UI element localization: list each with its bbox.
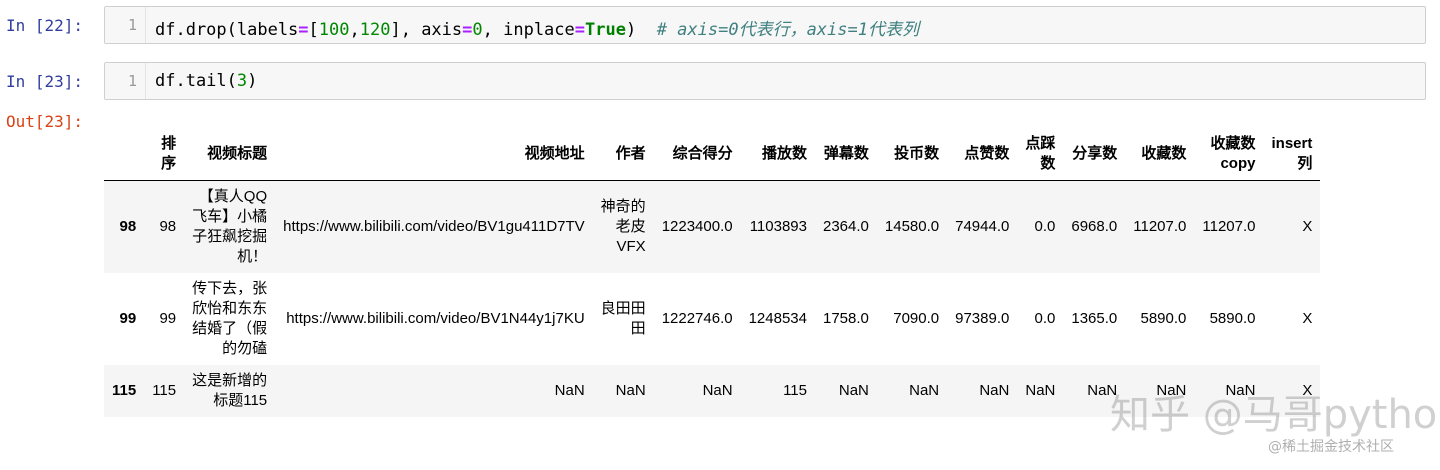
- table-cell: 5890.0: [1209, 310, 1256, 327]
- column-header: 投币数: [876, 128, 948, 181]
- table-cell: NaN: [702, 382, 733, 399]
- column-header: insert 列: [1263, 128, 1321, 181]
- number-token: 0: [472, 20, 483, 40]
- code-line[interactable]: df.drop(labels=[100,120], axis=0, inplac…: [155, 15, 919, 40]
- table-cell: X: [1302, 310, 1313, 327]
- table-cell: 74944.0: [955, 218, 1010, 235]
- line-number: 1: [127, 16, 137, 34]
- column-header: 弹幕数: [815, 128, 877, 181]
- code-token: df.drop(labels: [155, 20, 299, 40]
- juejin-watermark: @稀土掘金技术社区: [1268, 439, 1394, 455]
- table-cell: https://www.bilibili.com/video/BV1gu411D…: [283, 218, 585, 235]
- table-cell: 1223400.0: [661, 218, 733, 235]
- table-cell: 1222746.0: [661, 310, 733, 327]
- code-cell-23[interactable]: 1 df.tail(3): [104, 62, 1426, 100]
- code-token: df.tail(: [155, 71, 237, 91]
- table-cell: 99: [159, 310, 177, 327]
- index-header: [104, 128, 145, 181]
- operator-token: =: [462, 20, 473, 40]
- operator-token: =: [574, 20, 586, 40]
- table-cell: 神奇的 老皮 VFX: [600, 198, 646, 255]
- table-cell: 11207.0: [1133, 218, 1187, 235]
- code-line[interactable]: df.tail(3): [155, 71, 257, 91]
- table-cell: 1248534: [748, 310, 807, 327]
- column-header: 播放数: [740, 128, 815, 181]
- code-cell-22[interactable]: 1 df.drop(labels=[100,120], axis=0, inpl…: [104, 6, 1426, 44]
- table-row: 98 98 【真人QQ 飞车】小橘 子狂飙挖掘 机！ https://www.bilibil…: [104, 180, 1321, 273]
- comment-token: # axis=0代表行，axis=1代表列: [656, 20, 919, 40]
- table-cell: 0.0: [1034, 218, 1056, 235]
- header-row: 排序视频标题 视频地址 作者 综合得分 播放数 弹幕数 投币数 点赞数 点踩数分享数 收藏数 收藏数…: [104, 128, 1321, 181]
- column-header: 排序: [144, 128, 185, 181]
- table-cell: NaN: [979, 382, 1010, 399]
- input-prompt-23: In [23]:: [6, 72, 84, 91]
- number-token: 3: [236, 71, 248, 91]
- table-cell: 7090.0: [893, 310, 940, 327]
- column-header: 视频标题: [184, 128, 276, 181]
- table-cell: NaN: [554, 382, 585, 399]
- table-cell: NaN: [615, 382, 646, 399]
- table-cell: 1103893: [749, 218, 807, 235]
- table-cell: NaN: [838, 382, 869, 399]
- table-cell: 1758.0: [823, 310, 869, 327]
- table-cell: 传下去，张 欣怡和东东 结婚了（假 的勿磕: [192, 280, 268, 357]
- table-cell: 5890.0: [1140, 310, 1187, 327]
- dataframe-table: 排序视频标题 视频地址 作者 综合得分 播放数 弹幕数 投币数 点赞数 点踩数分享数 收藏数 收藏数…: [104, 128, 1321, 417]
- table-cell: 良田田田: [600, 300, 646, 337]
- table-cell: 11207.0: [1202, 218, 1256, 235]
- dataframe-output: 排序视频标题 视频地址 作者 综合得分 播放数 弹幕数 投币数 点赞数 点踩数分享数 收藏数 收藏数…: [104, 128, 1434, 417]
- line-gutter: 1: [105, 63, 146, 99]
- table-cell: 115: [783, 382, 807, 399]
- code-token: , inplace: [482, 20, 575, 40]
- table-cell: 1365.0: [1071, 310, 1118, 327]
- table-cell: 0.0: [1034, 310, 1056, 327]
- keyword-token: True: [585, 20, 626, 40]
- table-cell: 2364.0: [823, 218, 869, 235]
- table-cell: 14580.0: [884, 218, 940, 235]
- number-token: 100: [318, 20, 350, 40]
- table-cell: 这是新增的 标题115: [192, 372, 268, 409]
- operator-token: =: [298, 20, 309, 40]
- column-header: 收藏数: [1125, 128, 1195, 181]
- input-prompt-22: In [22]:: [6, 16, 84, 35]
- row-index: 115: [112, 382, 137, 399]
- code-token: ], axis: [390, 20, 463, 40]
- table-cell: https://www.bilibili.com/video/BV1N44y1j…: [286, 310, 585, 327]
- table-cell: NaN: [1025, 382, 1056, 399]
- column-header: 点踩数: [1017, 128, 1064, 181]
- number-token: 120: [359, 20, 391, 40]
- code-token: ): [247, 71, 258, 91]
- line-gutter: 1: [105, 7, 146, 43]
- row-index: 99: [119, 310, 137, 327]
- table-cell: 【真人QQ 飞车】小橘 子狂飙挖掘 机！: [192, 188, 268, 265]
- code-token: ): [625, 20, 657, 40]
- table-cell: 115: [152, 382, 177, 399]
- column-header: 分享数: [1063, 128, 1126, 181]
- column-header: 收藏数 copy: [1194, 128, 1264, 181]
- code-token: [: [308, 20, 319, 40]
- table-cell: 97389.0: [955, 310, 1010, 327]
- code-token: ,: [349, 20, 360, 40]
- table-cell: 98: [159, 218, 177, 235]
- column-header: 点赞数: [947, 128, 1018, 181]
- table-cell: X: [1302, 218, 1313, 235]
- column-header: 综合得分: [653, 128, 741, 181]
- line-number: 1: [127, 72, 137, 90]
- column-header: 作者: [592, 128, 654, 181]
- table-cell: 6968.0: [1071, 218, 1118, 235]
- table-row: 99 99 传下去，张 欣怡和东东 结婚了（假 的勿磕 https://www.bilibi…: [104, 273, 1321, 365]
- output-prompt-23: Out[23]:: [6, 112, 84, 131]
- table-cell: NaN: [909, 382, 940, 399]
- column-header: 视频地址: [275, 128, 593, 181]
- row-index: 98: [119, 218, 137, 235]
- zhihu-watermark: 知乎 @马哥python说: [1110, 392, 1440, 438]
